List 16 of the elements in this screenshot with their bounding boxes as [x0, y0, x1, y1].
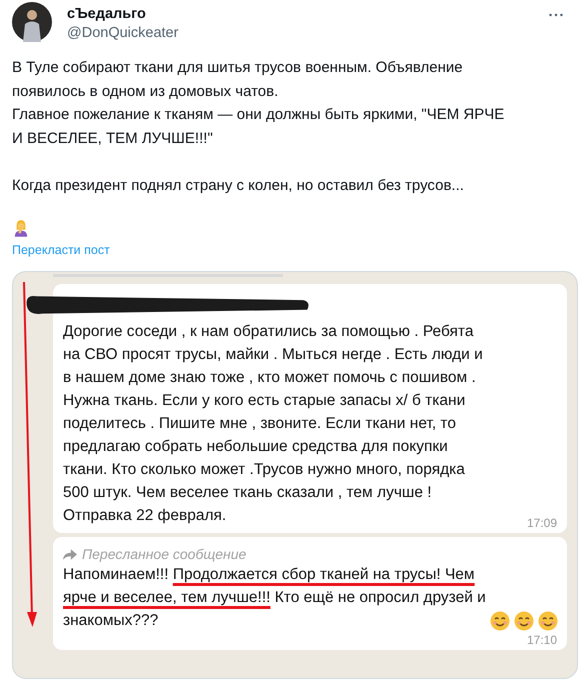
more-icon[interactable] — [549, 13, 563, 17]
message-text: Напоминаем!!! Продолжается сбор тканей на трусы! Чем ярче и веселее, тем лучше!!! Кто ещё не опросил друзей и знакомых??? — [63, 565, 486, 631]
smiling-face-icon — [514, 611, 534, 631]
forwarded-label: Пересланное сообщение — [82, 546, 246, 562]
author-handle[interactable]: @DonQuickeater — [67, 23, 178, 43]
message-time: 17:10 — [526, 633, 557, 647]
facepalm-person-icon — [14, 219, 28, 237]
tweet-text: В Туле собирают ткани для шитья трусов военным. Объявление появилось в одном из домовых чатов. Главное пожелание к тканям — они должны быть яркими, "ЧЕМ ЯРЧЕ И ВЕСЕЛЕЕ, ТЕМ ЛУЧШЕ!!!" Когда президент поднял страну с колен, но оставил без трусов... — [12, 58, 506, 196]
smiling-face-icon — [490, 611, 510, 631]
forward-arrow-icon — [63, 548, 77, 560]
message-text: Дорогие соседи , к нам обратились за помощью . Ребята на СВО просят трусы, майки . Мыться негде . Есть люди и в нашем доме знаю тоже , кто может помочь с пошивом . Нужна ткань. Если у кого есть старые запасы х/ б ткани поделитесь . Пишите мне , звоните. Если ткани нет, то предлагаю собрать небольшие средства для покупки ткани. Кто сколько может .Трусов нужно много, порядка 500 штук. Чем веселее ткань сказали , тем лучше ! Отправка 22 февраля. — [63, 322, 483, 526]
smiling-face-icon — [538, 611, 558, 631]
author-name[interactable]: сЪедальго — [67, 5, 178, 23]
avatar-icon[interactable] — [12, 2, 52, 42]
attached-screenshot[interactable] — [12, 271, 578, 679]
message-time: 17:09 — [526, 516, 557, 530]
